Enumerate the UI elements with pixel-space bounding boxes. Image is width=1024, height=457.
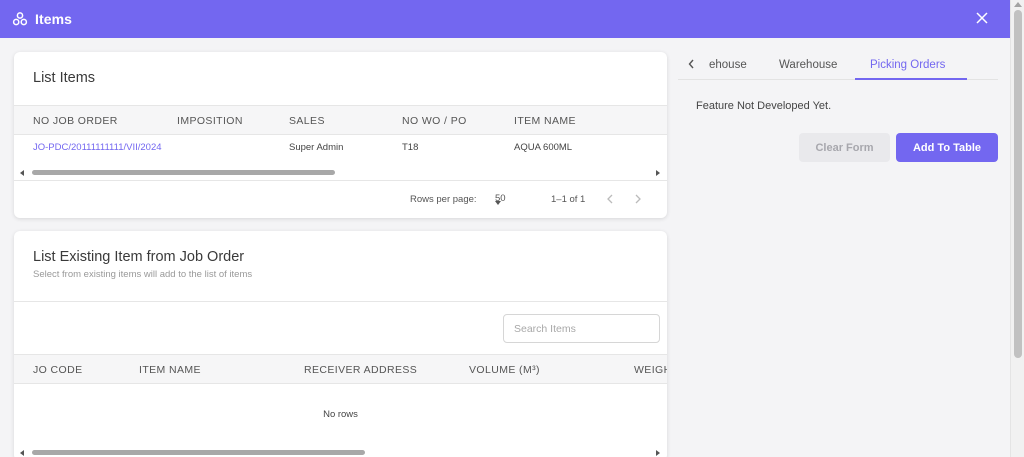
chevron-right-icon[interactable]: [631, 192, 645, 206]
existing-items-hscroll[interactable]: [14, 448, 667, 457]
wo-po-cell: T18: [402, 142, 419, 153]
caret-down-icon: [495, 201, 501, 205]
page-scrollbar-thumb[interactable]: [1014, 10, 1022, 358]
active-tab-indicator: [855, 78, 967, 80]
no-rows-message: No rows: [323, 409, 358, 420]
existing-items-title: List Existing Item from Job Order: [33, 249, 245, 265]
existing-items-card: List Existing Item from Job Order Select…: [14, 231, 667, 457]
hub-icon: [12, 11, 28, 27]
column-header[interactable]: VOLUME (M³): [469, 364, 540, 376]
tab-picking-orders[interactable]: Picking Orders: [870, 59, 945, 71]
column-header[interactable]: ITEM NAME: [139, 364, 201, 376]
hscroll-thumb[interactable]: [32, 170, 335, 175]
right-panel: ehouse Warehouse Picking Orders Feature …: [678, 52, 998, 457]
column-header[interactable]: WEIGH: [634, 364, 667, 376]
scroll-left-icon[interactable]: [20, 450, 24, 456]
feature-message: Feature Not Developed Yet.: [696, 100, 832, 112]
scroll-up-icon[interactable]: [1014, 2, 1022, 7]
list-items-hscroll[interactable]: [14, 168, 667, 178]
scroll-right-icon[interactable]: [656, 170, 660, 176]
rows-per-page-select[interactable]: 50: [495, 193, 506, 205]
column-header[interactable]: IMPOSITION: [177, 115, 243, 127]
column-header[interactable]: NO JOB ORDER: [33, 115, 118, 127]
pagination: Rows per page: 50 1–1 of 1: [14, 188, 667, 210]
existing-items-subtitle: Select from existing items will add to t…: [33, 269, 253, 280]
scroll-left-icon[interactable]: [20, 170, 24, 176]
hscroll-thumb[interactable]: [32, 450, 365, 455]
clear-form-button[interactable]: Clear Form: [799, 133, 890, 162]
sales-cell: Super Admin: [289, 142, 344, 153]
add-to-table-button[interactable]: Add To Table: [896, 133, 998, 162]
search-items-input[interactable]: [503, 314, 660, 343]
tab-bar: ehouse Warehouse Picking Orders: [678, 52, 998, 80]
list-items-table-header: NO JOB ORDER IMPOSITION SALES NO WO / PO…: [14, 105, 667, 135]
window-title: Items: [35, 11, 73, 27]
column-header[interactable]: NO WO / PO: [402, 115, 467, 127]
list-items-card: List Items NO JOB ORDER IMPOSITION SALES…: [14, 52, 667, 218]
list-items-title: List Items: [33, 70, 96, 86]
column-header[interactable]: JO CODE: [33, 364, 82, 376]
page-scrollbar[interactable]: [1010, 0, 1024, 457]
item-name-cell: AQUA 600ML: [514, 142, 573, 153]
window-titlebar: Items: [0, 0, 1010, 38]
chevron-left-icon[interactable]: [603, 192, 617, 206]
column-header[interactable]: ITEM NAME: [514, 115, 576, 127]
column-header[interactable]: RECEIVER ADDRESS: [304, 364, 417, 376]
column-header[interactable]: SALES: [289, 115, 325, 127]
close-icon[interactable]: [972, 8, 992, 28]
divider: [14, 301, 667, 302]
tab-warehouse[interactable]: Warehouse: [779, 59, 837, 71]
rows-per-page-label: Rows per page:: [410, 194, 477, 205]
chevron-left-icon[interactable]: [688, 58, 695, 72]
existing-items-table-header: JO CODE ITEM NAME RECEIVER ADDRESS VOLUM…: [14, 354, 667, 384]
scroll-right-icon[interactable]: [656, 450, 660, 456]
divider: [14, 180, 667, 181]
tab-ehouse[interactable]: ehouse: [709, 59, 747, 71]
job-order-link[interactable]: JO-PDC/20111111111/VII/2024: [33, 142, 162, 153]
pagination-range: 1–1 of 1: [551, 194, 586, 205]
